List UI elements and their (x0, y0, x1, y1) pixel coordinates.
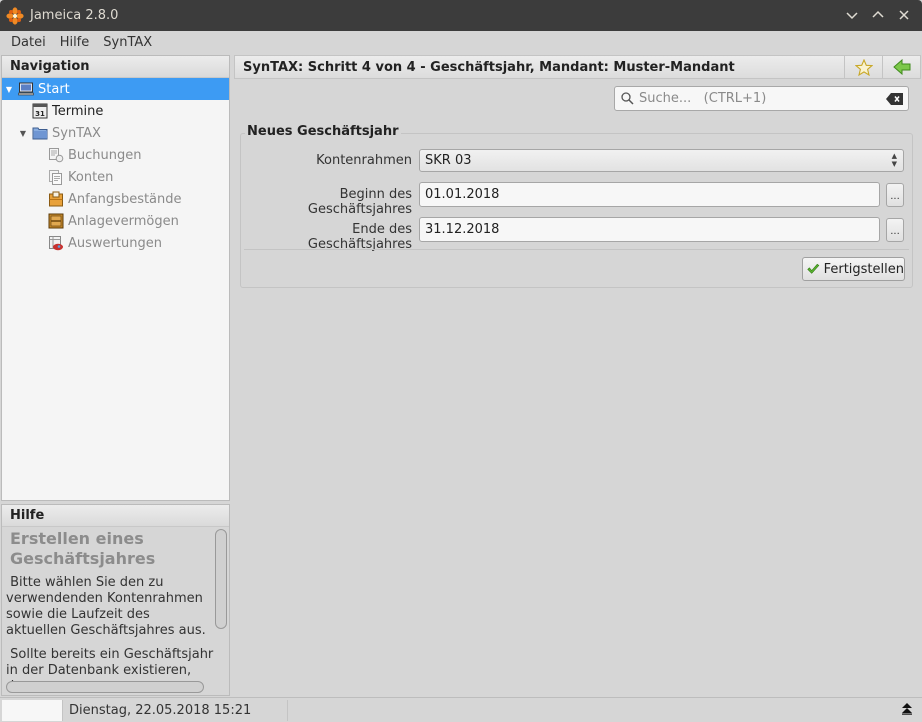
cabinet-icon (48, 213, 64, 229)
bookmark-button[interactable] (844, 55, 882, 79)
svg-text:31: 31 (35, 110, 45, 118)
reports-icon (48, 235, 64, 251)
navigation-tree: ▼ Start 31 Termine ▼ SynTAX Buchungen Ko… (2, 78, 229, 254)
minimize-button[interactable] (844, 6, 860, 24)
help-paragraph: Bitte wählen Sie den zu verwendenden Kon… (6, 575, 206, 638)
ende-label: Ende des Geschäftsjahres (307, 222, 412, 252)
tree-item-termine[interactable]: 31 Termine (2, 100, 229, 122)
spinner-arrows-icon: ▲ ▼ (891, 152, 897, 168)
window-titlebar: Jameica 2.8.0 (0, 0, 922, 31)
tree-item-anfangsbestaende[interactable]: Anfangsbestände (2, 188, 229, 210)
search-icon (621, 92, 634, 105)
help-vertical-scrollbar[interactable] (215, 529, 227, 629)
kontenrahmen-value: SKR 03 (425, 153, 472, 168)
search-field[interactable] (614, 86, 909, 111)
help-paragraph: Sollte bereits ein Geschäftsjahr in der … (6, 647, 214, 681)
clear-search-icon[interactable] (886, 92, 904, 106)
tree-item-syntax[interactable]: ▼ SynTAX (2, 122, 229, 144)
tree-item-label: Anfangsbestände (68, 191, 182, 207)
status-bar: Dienstag, 22.05.2018 15:21 (0, 697, 922, 722)
expand-arrow-icon[interactable]: ▼ (18, 129, 28, 138)
separator (244, 249, 909, 250)
close-button[interactable] (896, 6, 912, 24)
bookings-icon (48, 147, 64, 163)
kontenrahmen-select[interactable]: SKR 03 ▲ ▼ (419, 149, 904, 172)
status-datetime: Dienstag, 22.05.2018 15:21 (62, 700, 288, 721)
chevron-up-icon (872, 10, 884, 18)
ende-date-picker-button[interactable]: ... (886, 218, 904, 242)
search-input[interactable] (639, 91, 886, 106)
ende-date-input[interactable] (419, 217, 880, 242)
back-button[interactable] (882, 55, 920, 79)
page-title: SynTAX: Schritt 4 von 4 - Geschäftsjahr,… (243, 59, 735, 75)
tree-item-label: Auswertungen (68, 235, 162, 251)
expand-arrow-icon[interactable]: ▼ (4, 85, 14, 94)
help-content: Erstellen eines Geschäftsjahres Bitte wä… (6, 529, 214, 681)
main-view-header: SynTAX: Schritt 4 von 4 - Geschäftsjahr,… (234, 55, 921, 79)
tree-item-label: Anlagevermögen (68, 213, 179, 229)
kontenrahmen-label: Kontenrahmen (316, 153, 412, 168)
tree-item-konten[interactable]: Konten (2, 166, 229, 188)
menu-bar: Datei Hilfe SynTAX (0, 31, 922, 53)
menu-hilfe[interactable]: Hilfe (53, 35, 97, 50)
navigation-header: Navigation (2, 56, 229, 78)
help-panel: Hilfe Erstellen eines Geschäftsjahres Bi… (1, 504, 230, 696)
help-title: Erstellen eines Geschäftsjahres (10, 529, 156, 568)
tree-item-label: Termine (52, 103, 104, 119)
tree-item-buchungen[interactable]: Buchungen (2, 144, 229, 166)
jameica-logo-icon (6, 6, 24, 25)
menu-syntax[interactable]: SynTAX (96, 35, 159, 50)
tree-item-label: Buchungen (68, 147, 142, 163)
help-horizontal-scrollbar[interactable] (6, 681, 204, 693)
accounts-icon (48, 169, 64, 185)
tree-item-auswertungen[interactable]: Auswertungen (2, 232, 229, 254)
help-header: Hilfe (2, 505, 229, 527)
tree-item-start[interactable]: ▼ Start (2, 78, 229, 100)
star-icon (854, 58, 873, 76)
group-title: Neues Geschäftsjahr (245, 124, 401, 139)
double-chevron-up-icon (902, 703, 912, 715)
folder-icon (32, 125, 48, 141)
tree-item-label: Start (38, 81, 70, 97)
menu-datei[interactable]: Datei (4, 35, 53, 50)
beginn-label: Beginn des Geschäftsjahres (307, 187, 412, 217)
beginn-date-picker-button[interactable]: ... (886, 183, 904, 207)
maximize-button[interactable] (870, 6, 886, 24)
calendar-icon: 31 (32, 103, 48, 119)
checkmark-icon (807, 263, 820, 274)
tree-item-label: SynTAX (52, 125, 101, 141)
beginn-date-input[interactable] (419, 182, 880, 207)
close-icon (899, 10, 909, 20)
window-title: Jameica 2.8.0 (30, 8, 119, 23)
finish-button[interactable]: Fertigstellen (802, 257, 905, 281)
status-indicator (2, 700, 62, 721)
tree-item-anlagevermoegen[interactable]: Anlagevermögen (2, 210, 229, 232)
chevron-down-icon (846, 12, 858, 20)
expand-log-button[interactable] (900, 703, 914, 717)
navigation-panel: Navigation ▼ Start 31 Termine ▼ SynTAX B… (1, 55, 230, 501)
tree-item-label: Konten (68, 169, 114, 185)
monitor-icon (18, 81, 34, 97)
opening-balance-icon (48, 191, 64, 207)
arrow-left-icon (892, 59, 910, 75)
finish-button-label: Fertigstellen (823, 261, 904, 277)
